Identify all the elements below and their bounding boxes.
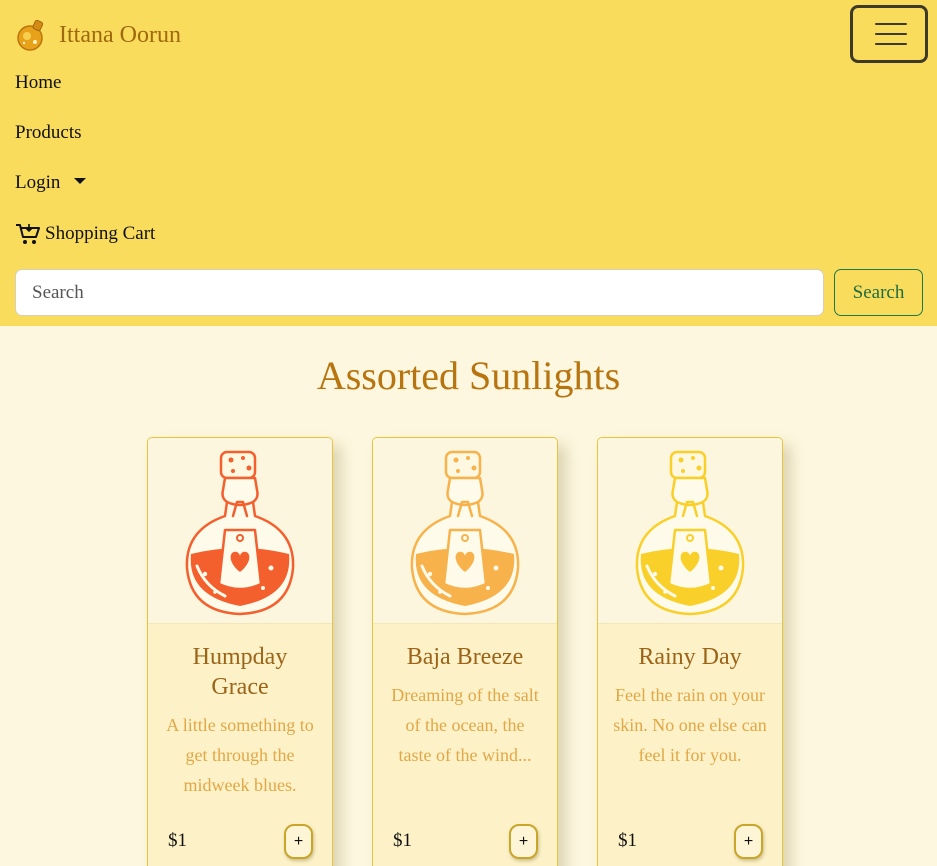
search-input[interactable]	[15, 269, 824, 316]
product-price: $1	[393, 830, 412, 851]
nav-products-label: Products	[15, 122, 82, 143]
product-name: Humpday Grace	[192, 644, 288, 700]
nav-home[interactable]: Home	[15, 72, 61, 94]
brand-name: Ittana Oorun	[59, 21, 181, 48]
shopping-cart-icon	[16, 224, 40, 244]
sun-potion-logo-icon	[17, 19, 44, 51]
nav-home-label: Home	[15, 72, 62, 93]
product-card: Rainy Day Feel the rain on your skin. No…	[597, 437, 783, 866]
nav-login-label: Login	[15, 172, 61, 193]
product-name: Baja Breeze	[406, 644, 524, 670]
product-image-area	[148, 438, 332, 624]
caret-down-icon	[74, 178, 87, 184]
product-price: $1	[618, 830, 637, 851]
product-card: Baja Breeze Dreaming of the salt of the …	[372, 437, 558, 866]
product-card: Humpday Grace A little something to get …	[147, 437, 333, 866]
potion-bottle-icon	[410, 450, 520, 615]
product-description: Feel the rain on your skin. No one else …	[613, 685, 767, 765]
product-name: Rainy Day	[638, 644, 742, 670]
product-image-area	[598, 438, 782, 624]
product-image-area	[373, 438, 557, 624]
nav-login-dropdown[interactable]: Login	[15, 172, 87, 194]
nav-products[interactable]: Products	[15, 122, 82, 144]
product-description: A little something to get through the mi…	[166, 715, 314, 795]
navbar: Ittana Oorun Home Products Login Shoppin…	[0, 0, 937, 326]
nav-shopping-cart[interactable]: Shopping Cart	[15, 222, 155, 246]
section-title: Assorted Sunlights	[316, 353, 621, 398]
product-description: Dreaming of the salt of the ocean, the t…	[391, 685, 539, 765]
add-to-cart-button[interactable]: +	[284, 824, 313, 859]
product-price: $1	[168, 830, 187, 851]
search-button[interactable]: Search	[834, 269, 923, 316]
navbar-toggler-button[interactable]	[850, 5, 928, 63]
brand-link[interactable]: Ittana Oorun	[15, 17, 181, 53]
add-to-cart-button[interactable]: +	[509, 824, 538, 859]
potion-bottle-icon	[635, 450, 745, 615]
potion-bottle-icon	[185, 450, 295, 615]
nav-shopping-cart-label: Shopping Cart	[45, 223, 156, 244]
add-to-cart-button[interactable]: +	[734, 824, 763, 859]
